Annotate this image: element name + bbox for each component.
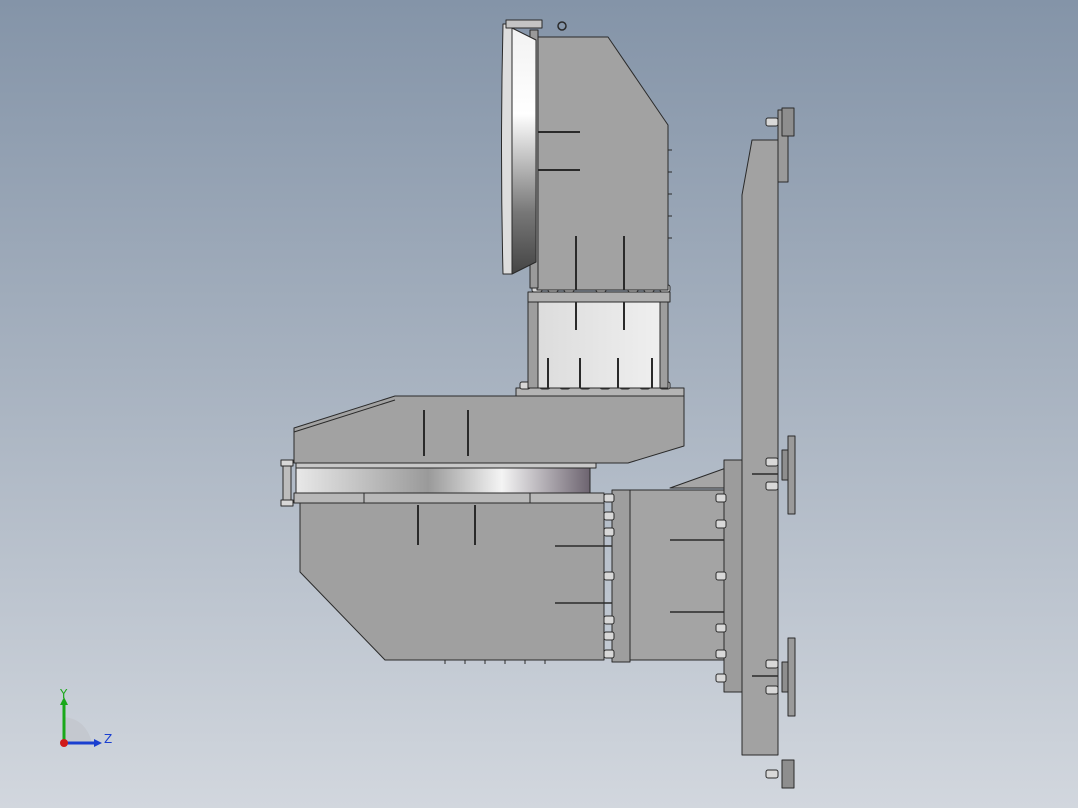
upper-head: [501, 19, 672, 291]
connecting-column: [527, 284, 671, 389]
column-bracket-bottom: [781, 759, 795, 789]
triad-y-label: Y: [59, 687, 68, 701]
arm-gusset: [669, 467, 727, 489]
ring-clamp: [282, 461, 292, 507]
orientation-triad: Y Z: [59, 687, 112, 747]
middle-arm-body: [293, 395, 685, 464]
lower-housing-body: [299, 499, 605, 661]
faceplate-disc: [511, 27, 537, 275]
lower-housing-topplate: [293, 492, 605, 504]
column-bracket-top: [781, 107, 795, 137]
upper-flange: [527, 291, 671, 303]
cad-model-view[interactable]: [0, 0, 1078, 808]
lower-housing: [293, 492, 612, 664]
graphics-viewport[interactable]: Y Z: [0, 0, 1078, 808]
arm-box: [627, 489, 727, 661]
faceplate-rim: [501, 23, 513, 275]
arm-endplate: [723, 459, 743, 693]
mounting-column: [741, 107, 796, 789]
lifting-eye: [557, 21, 567, 31]
middle-arm: [293, 381, 685, 464]
arm-flange: [611, 489, 631, 663]
triad-z-label: Z: [104, 732, 112, 746]
bellows: [535, 301, 663, 389]
triad-plane-shade: [64, 717, 92, 743]
upper-head-body: [536, 36, 669, 291]
x-axis-icon: [60, 739, 68, 747]
ring-body: [295, 467, 591, 494]
